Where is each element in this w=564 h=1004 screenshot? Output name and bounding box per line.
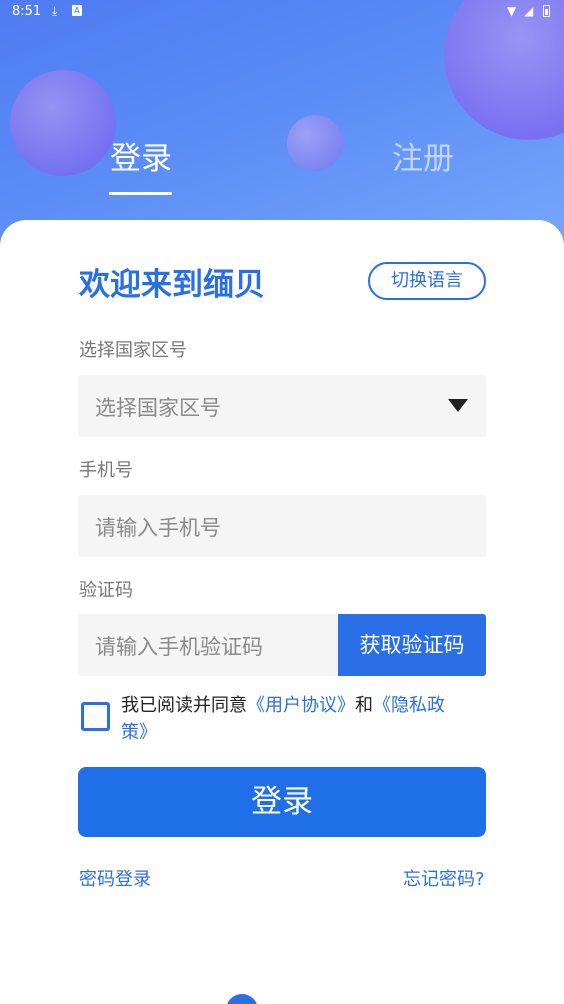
status-bar: 8:51 ⤓ A ▼ ◢ [0, 0, 564, 24]
agreement-prefix: 我已阅读并同意 [121, 695, 247, 716]
country-code-select[interactable]: 选择国家区号 [78, 375, 486, 437]
phone-placeholder: 请输入手机号 [95, 516, 221, 540]
decorative-circle-middle [287, 115, 343, 171]
status-time: 8:51 [12, 4, 42, 19]
get-code-button[interactable]: 获取验证码 [338, 614, 486, 676]
battery-icon [543, 5, 550, 17]
agreement-text: 我已阅读并同意《用户协议》和《隐私政策》 [121, 692, 471, 746]
dropdown-arrow-icon [448, 399, 468, 412]
country-code-label: 选择国家区号 [79, 340, 187, 361]
agreement-checkbox[interactable] [81, 702, 110, 731]
user-agreement-link[interactable]: 《用户协议》 [247, 695, 355, 716]
tab-login[interactable]: 登录 [110, 133, 172, 178]
signal-icon: ◢ [524, 4, 534, 18]
phone-label: 手机号 [79, 460, 133, 481]
forgot-password-link[interactable]: 忘记密码? [403, 865, 485, 891]
country-code-placeholder: 选择国家区号 [95, 396, 221, 420]
switch-language-button[interactable]: 切换语言 [368, 262, 486, 300]
active-tab-indicator [109, 192, 172, 195]
phone-input[interactable]: 请输入手机号 [78, 495, 486, 557]
agreement-and: 和 [355, 695, 373, 716]
decorative-circle-left [10, 70, 116, 176]
verification-code-placeholder: 请输入手机验证码 [95, 635, 263, 659]
login-button[interactable]: 登录 [78, 767, 486, 837]
a-badge-icon: A [72, 5, 82, 16]
password-login-link[interactable]: 密码登录 [79, 865, 151, 891]
tab-register[interactable]: 注册 [392, 133, 454, 178]
welcome-title: 欢迎来到缅贝 [79, 267, 265, 303]
verification-code-label: 验证码 [79, 580, 133, 601]
download-icon: ⤓ [52, 4, 58, 18]
wifi-icon: ▼ [507, 4, 517, 18]
verification-code-input[interactable]: 请输入手机验证码 [78, 614, 340, 676]
